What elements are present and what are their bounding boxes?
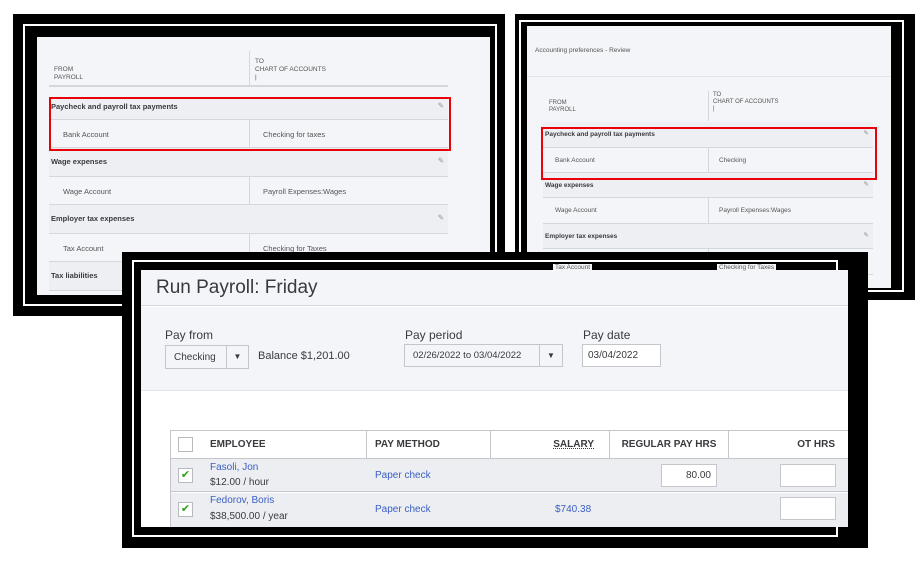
salary-amount: $740.38	[555, 504, 592, 515]
pay-from-label: Pay from	[165, 328, 214, 342]
employee-name-link[interactable]: Fedorov, Boris	[210, 495, 274, 506]
pay-method-link[interactable]: Paper check	[375, 504, 431, 515]
run-payroll-page: Run Payroll: Friday Pay from Checking ▼ …	[141, 270, 848, 527]
table-row: ✔ Fasoli, Jon $12.00 / hour Paper check …	[171, 459, 848, 492]
row-checkbox[interactable]: ✔	[178, 468, 193, 483]
mapping-row: Wage Account Payroll Expenses:Wages	[49, 177, 448, 205]
pay-method-link[interactable]: Paper check	[375, 470, 431, 481]
tax-account-from: Tax Account	[553, 264, 593, 272]
ot-hrs-input[interactable]	[780, 464, 836, 487]
pencil-icon[interactable]: ✎	[864, 231, 869, 239]
page-title: Run Payroll: Friday	[156, 277, 318, 298]
column-pay-method[interactable]: PAY METHOD	[367, 431, 491, 459]
column-salary[interactable]: SALARY	[491, 431, 610, 459]
tax-account-to: Checking for Taxes	[717, 264, 777, 272]
pay-period-label: Pay period	[405, 328, 463, 342]
title-rule	[527, 76, 891, 77]
row-checkbox[interactable]: ✔	[178, 502, 193, 517]
highlight-box	[541, 127, 877, 180]
mapping-row: Wage Account Payroll Expenses:Wages	[543, 198, 873, 224]
section-employer-tax: Employer tax expenses ✎	[49, 205, 448, 234]
highlight-box	[49, 97, 451, 151]
employee-rate: $38,500.00 / year	[210, 511, 288, 522]
balance-text: Balance $1,201.00	[258, 350, 350, 362]
divider	[708, 91, 709, 121]
employee-table: EMPLOYEE PAY METHOD SALARY REGULAR PAY H…	[170, 430, 848, 527]
to-header: TO CHART OF ACCOUNTS |	[713, 92, 779, 112]
from-header: FROM PAYROLL	[549, 100, 576, 113]
pay-date-input[interactable]: 03/04/2022	[582, 344, 661, 367]
table-row: ✔ Fedorov, Boris $38,500.00 / year Paper…	[171, 493, 848, 527]
column-employee[interactable]: EMPLOYEE	[201, 431, 367, 459]
select-all-checkbox[interactable]	[178, 437, 193, 452]
chevron-down-icon: ▼	[539, 345, 562, 366]
column-ot-hrs[interactable]: OT HRS	[729, 431, 848, 459]
employee-name-link[interactable]: Fasoli, Jon	[210, 462, 258, 473]
regular-hrs-input[interactable]: 80.00	[661, 464, 717, 487]
page-title: Accounting preferences - Review	[535, 47, 631, 54]
table-header: EMPLOYEE PAY METHOD SALARY REGULAR PAY H…	[171, 431, 848, 459]
chevron-down-icon: ▼	[226, 346, 248, 368]
pencil-icon[interactable]: ✎	[864, 180, 869, 188]
pencil-icon[interactable]: ✎	[438, 213, 444, 222]
pay-period-select[interactable]: 02/26/2022 to 03/04/2022 ▼	[404, 344, 563, 367]
to-header: TO CHART OF ACCOUNTS |	[255, 58, 326, 81]
employee-rate: $12.00 / hour	[210, 477, 269, 488]
divider	[249, 51, 250, 85]
payroll-screenshot-frame: Run Payroll: Friday Pay from Checking ▼ …	[122, 252, 868, 548]
pay-from-select[interactable]: Checking ▼	[165, 345, 249, 369]
pay-date-label: Pay date	[583, 328, 631, 342]
column-regular-hrs[interactable]: REGULAR PAY HRS	[610, 431, 729, 459]
section-employer-tax: Employer tax expenses ✎	[543, 224, 873, 249]
from-header: FROM PAYROLL	[54, 66, 84, 81]
ot-hrs-input[interactable]	[780, 497, 836, 520]
pencil-icon[interactable]: ✎	[438, 156, 444, 165]
section-wage: Wage expenses ✎	[49, 148, 448, 177]
